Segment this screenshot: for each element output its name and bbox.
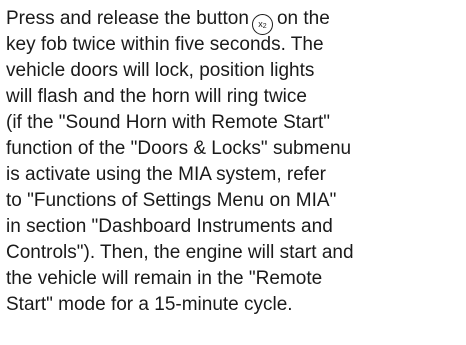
text-segment: on the [276, 8, 330, 29]
text-line: vehicle doors will lock, position lights [6, 60, 315, 81]
text-line: (if the "Sound Horn with Remote Start" [6, 112, 330, 133]
text-line: will flash and the horn will ring twice [6, 86, 307, 107]
text-line: in section "Dashboard Instruments and [6, 216, 333, 237]
text-line: to "Functions of Settings Menu on MIA" [6, 190, 337, 211]
text-line: function of the "Doors & Locks" submenu [6, 138, 352, 159]
instruction-paragraph: Press and release the button x 2 on the key… [6, 6, 464, 318]
text-line: key fob twice within five seconds. The [6, 34, 324, 55]
text-segment: Press and release the button [6, 8, 249, 29]
text-line: Controls"). Then, the engine will start … [6, 242, 354, 263]
text-line-1: Press and release the button x 2 on the [6, 6, 464, 35]
text-line: the vehicle will remain in the "Remote [6, 268, 323, 289]
text-line: is activate using the MIA system, refer [6, 164, 326, 185]
icon-subscript: 2 [262, 23, 267, 30]
text-line: Start" mode for a 15-minute cycle. [6, 294, 293, 315]
